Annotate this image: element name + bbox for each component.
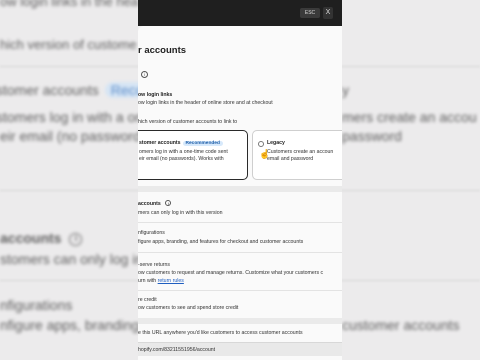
returns-desc-1: ow customers to request and manage retur… [138, 270, 324, 276]
info-icon[interactable]: i [141, 71, 148, 78]
option-legacy-desc-2: email and password [267, 156, 314, 162]
account-url-field[interactable]: hopify.com/83211551956/account [138, 342, 342, 356]
info-icon: i [165, 200, 172, 206]
option-new-title: stomer accounts Recommended [139, 140, 223, 146]
configurations-title[interactable]: nfigurations [138, 230, 165, 236]
panel-header-bar: ESC X [138, 0, 342, 26]
accounts-section-title: accounts i [138, 200, 172, 207]
settings-panel: ESC X r accounts i ow login links ow log… [138, 0, 342, 360]
url-desc: e this URL anywhere you'd like customers… [138, 330, 303, 336]
option-new-customer-accounts[interactable]: stomer accounts Recommended omers log in … [138, 130, 248, 180]
option-new-desc-2: eir email (no passwords). Works with [139, 156, 224, 162]
dialog-title: r accounts [138, 45, 187, 56]
returns-desc-2: urn with return rules [138, 278, 184, 284]
store-credit-desc: ow customers to see and spend store cred… [138, 305, 239, 311]
version-prompt: hich version of customer accounts to lin… [138, 119, 238, 125]
configurations-desc: figure apps, branding, and features for … [138, 239, 304, 245]
row-divider [138, 290, 342, 291]
accounts-section-desc: mers can only log in with this version [138, 210, 223, 216]
section-divider [138, 186, 342, 192]
login-links-desc: ow login links in the header of online s… [138, 100, 273, 106]
row-divider [138, 222, 342, 223]
close-button[interactable]: X [323, 7, 333, 19]
row-divider [138, 252, 342, 253]
store-credit-title[interactable]: re credit [138, 297, 157, 303]
recommended-badge: Recommended [182, 141, 223, 146]
hand-cursor-icon: ☝ [259, 149, 271, 159]
returns-title[interactable]: -serve returns [138, 262, 170, 268]
section-divider [138, 318, 342, 324]
info-icon: i [69, 232, 83, 246]
option-new-desc-1: omers log in with a one-time code sent [139, 149, 228, 155]
return-rules-link[interactable]: return rules [158, 278, 184, 284]
legacy-radio[interactable] [258, 141, 264, 147]
esc-key-hint: ESC [300, 8, 320, 18]
account-url-value: hopify.com/83211551956/account [138, 347, 216, 353]
option-legacy-title: Legacy [267, 140, 285, 146]
option-legacy-desc-1: Customers create an accoun [267, 149, 334, 155]
login-links-title: ow login links [138, 92, 173, 98]
